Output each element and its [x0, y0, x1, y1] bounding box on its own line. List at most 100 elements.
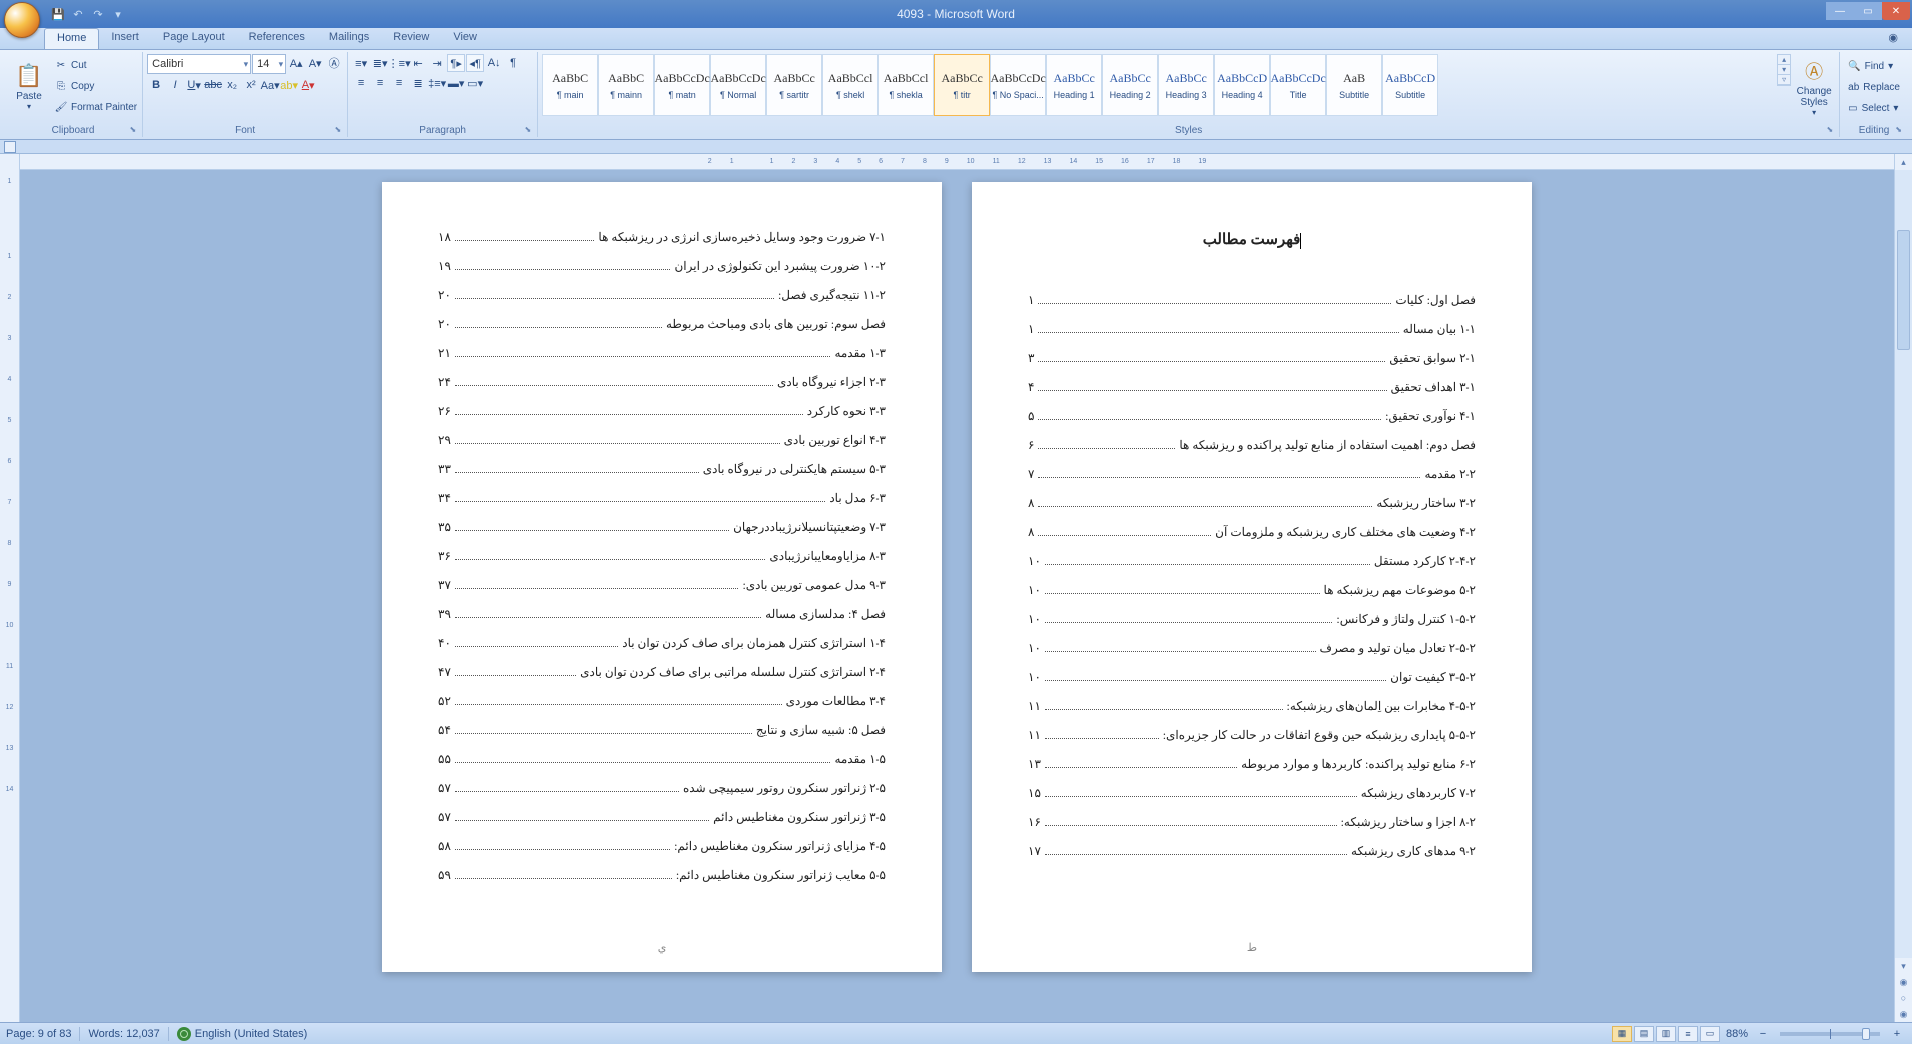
align-center-icon[interactable]: ≡: [371, 74, 389, 92]
minimize-button[interactable]: —: [1826, 2, 1854, 20]
superscript-icon[interactable]: x²: [242, 76, 260, 94]
paste-button[interactable]: 📋 Paste ▾: [8, 54, 50, 120]
italic-icon[interactable]: I: [166, 76, 184, 94]
zoom-slider[interactable]: [1780, 1032, 1880, 1036]
clear-format-icon[interactable]: Ⓐ: [325, 54, 343, 72]
borders-icon[interactable]: ▭▾: [466, 74, 484, 92]
justify-icon[interactable]: ≣: [409, 74, 427, 92]
style-item[interactable]: AaBbCcDc¶ No Spaci...: [990, 54, 1046, 116]
maximize-button[interactable]: ▭: [1854, 2, 1882, 20]
font-name-combo[interactable]: Calibri: [147, 54, 251, 74]
inc-indent-icon[interactable]: ⇥: [428, 54, 446, 72]
style-item[interactable]: AaBbCcl¶ shekl: [822, 54, 878, 116]
subscript-icon[interactable]: x₂: [223, 76, 241, 94]
view-web-icon[interactable]: ▥: [1656, 1026, 1676, 1042]
style-item[interactable]: AaBbCcHeading 3: [1158, 54, 1214, 116]
sort-icon[interactable]: A↓: [485, 54, 503, 72]
style-item[interactable]: AaBbCcDc¶ matn: [654, 54, 710, 116]
shading-icon[interactable]: ▬▾: [447, 74, 465, 92]
align-left-icon[interactable]: ≡: [352, 74, 370, 92]
style-item[interactable]: AaBbCcl¶ shekla: [878, 54, 934, 116]
view-draft-icon[interactable]: ▭: [1700, 1026, 1720, 1042]
zoom-level[interactable]: 88%: [1726, 1028, 1748, 1040]
numbering-icon[interactable]: ≣▾: [371, 54, 389, 72]
style-item[interactable]: AaBbCcDHeading 4: [1214, 54, 1270, 116]
style-item[interactable]: AaBbC¶ mainn: [598, 54, 654, 116]
strike-icon[interactable]: abc: [204, 76, 222, 94]
group-paragraph: ≡▾ ≣▾ ⋮≡▾ ⇤ ⇥ ¶▸ ◂¶ A↓ ¶ ≡ ≡ ≡ ≣ ‡≡▾ ▬▾ …: [348, 52, 538, 137]
cut-button[interactable]: ✂Cut: [53, 55, 137, 75]
view-full-screen-icon[interactable]: ▤: [1634, 1026, 1654, 1042]
toc-line: ۴-۲ وضعیت های مختلف کاری ریزشبکه و ملزوم…: [1028, 525, 1476, 540]
multilevel-icon[interactable]: ⋮≡▾: [390, 54, 408, 72]
style-item[interactable]: AaBbCcHeading 1: [1046, 54, 1102, 116]
grow-font-icon[interactable]: A▴: [287, 54, 305, 72]
zoom-in-icon[interactable]: +: [1888, 1025, 1906, 1043]
font-color-icon[interactable]: A▾: [299, 76, 317, 94]
highlight-icon[interactable]: ab▾: [280, 76, 298, 94]
tab-review[interactable]: Review: [381, 28, 441, 49]
document-scroll[interactable]: 1918171615141312111098765432112 ۷-۱ ضرور…: [20, 154, 1894, 1022]
redo-icon[interactable]: ↷: [90, 6, 106, 22]
change-styles-button[interactable]: Ⓐ Change Styles ▾: [1793, 54, 1835, 120]
browse-object-icon[interactable]: ○: [1895, 990, 1912, 1006]
tab-references[interactable]: References: [237, 28, 317, 49]
style-item[interactable]: AaBbCcDSubtitle: [1382, 54, 1438, 116]
tab-insert[interactable]: Insert: [99, 28, 151, 49]
ltr-icon[interactable]: ¶▸: [447, 54, 465, 72]
rtl-icon[interactable]: ◂¶: [466, 54, 484, 72]
style-item[interactable]: AaBbC¶ main: [542, 54, 598, 116]
style-item[interactable]: AaBbCcDcTitle: [1270, 54, 1326, 116]
horizontal-ruler: 1918171615141312111098765432112: [20, 154, 1894, 170]
toc-line: ۷-۲ کاربردهای ریزشبکه۱۵: [1028, 786, 1476, 801]
scroll-up-icon[interactable]: ▴: [1895, 154, 1912, 170]
toc-line: ۳-۲ ساختار ریزشبکه۸: [1028, 496, 1476, 511]
view-outline-icon[interactable]: ≡: [1678, 1026, 1698, 1042]
align-right-icon[interactable]: ≡: [390, 74, 408, 92]
line-spacing-icon[interactable]: ‡≡▾: [428, 74, 446, 92]
office-button[interactable]: [4, 2, 40, 38]
style-item[interactable]: AaBbCcHeading 2: [1102, 54, 1158, 116]
dec-indent-icon[interactable]: ⇤: [409, 54, 427, 72]
undo-icon[interactable]: ↶: [70, 6, 86, 22]
language-icon[interactable]: [177, 1027, 191, 1041]
help-icon[interactable]: ◉: [1882, 28, 1904, 49]
status-words[interactable]: Words: 12,037: [88, 1028, 159, 1040]
change-case-icon[interactable]: Aa▾: [261, 76, 279, 94]
style-item[interactable]: AaBbCcDc¶ Normal: [710, 54, 766, 116]
shrink-font-icon[interactable]: A▾: [306, 54, 324, 72]
status-language[interactable]: English (United States): [195, 1028, 308, 1040]
view-print-layout-icon[interactable]: ▦: [1612, 1026, 1632, 1042]
styles-scroll[interactable]: ▴▾▿: [1777, 54, 1791, 86]
bullets-icon[interactable]: ≡▾: [352, 54, 370, 72]
style-item[interactable]: AaBbCc¶ sartitr: [766, 54, 822, 116]
vertical-scrollbar[interactable]: ▴ ▾ ◉ ○ ◉: [1894, 154, 1912, 1022]
prev-page-icon[interactable]: ◉: [1895, 974, 1912, 990]
scroll-down-icon[interactable]: ▾: [1895, 958, 1912, 974]
replace-button[interactable]: abReplace: [1848, 77, 1900, 97]
font-size-combo[interactable]: 14: [252, 54, 286, 74]
close-button[interactable]: ✕: [1882, 2, 1910, 20]
ruler-toggle-icon[interactable]: [4, 141, 16, 153]
styles-gallery[interactable]: AaBbC¶ mainAaBbC¶ mainnAaBbCcDc¶ matnAaB…: [542, 54, 1775, 116]
zoom-out-icon[interactable]: −: [1754, 1025, 1772, 1043]
scroll-thumb[interactable]: [1897, 230, 1910, 350]
find-button[interactable]: 🔍Find ▾: [1848, 56, 1900, 76]
clipboard-label: Clipboard: [8, 124, 138, 137]
copy-button[interactable]: ⎘Copy: [53, 76, 137, 96]
save-icon[interactable]: 💾: [50, 6, 66, 22]
underline-icon[interactable]: U▾: [185, 76, 203, 94]
tab-page-layout[interactable]: Page Layout: [151, 28, 237, 49]
select-button[interactable]: ▭Select ▾: [1848, 98, 1900, 118]
tab-view[interactable]: View: [441, 28, 489, 49]
bold-icon[interactable]: B: [147, 76, 165, 94]
tab-mailings[interactable]: Mailings: [317, 28, 381, 49]
style-item[interactable]: AaBbCc¶ titr: [934, 54, 990, 116]
show-marks-icon[interactable]: ¶: [504, 54, 522, 72]
next-page-icon[interactable]: ◉: [1895, 1006, 1912, 1022]
format-painter-button[interactable]: 🖌Format Painter: [53, 97, 137, 117]
style-item[interactable]: AaBSubtitle: [1326, 54, 1382, 116]
qat-more-icon[interactable]: ▾: [110, 6, 126, 22]
status-page[interactable]: Page: 9 of 83: [6, 1028, 71, 1040]
tab-home[interactable]: Home: [44, 28, 99, 49]
